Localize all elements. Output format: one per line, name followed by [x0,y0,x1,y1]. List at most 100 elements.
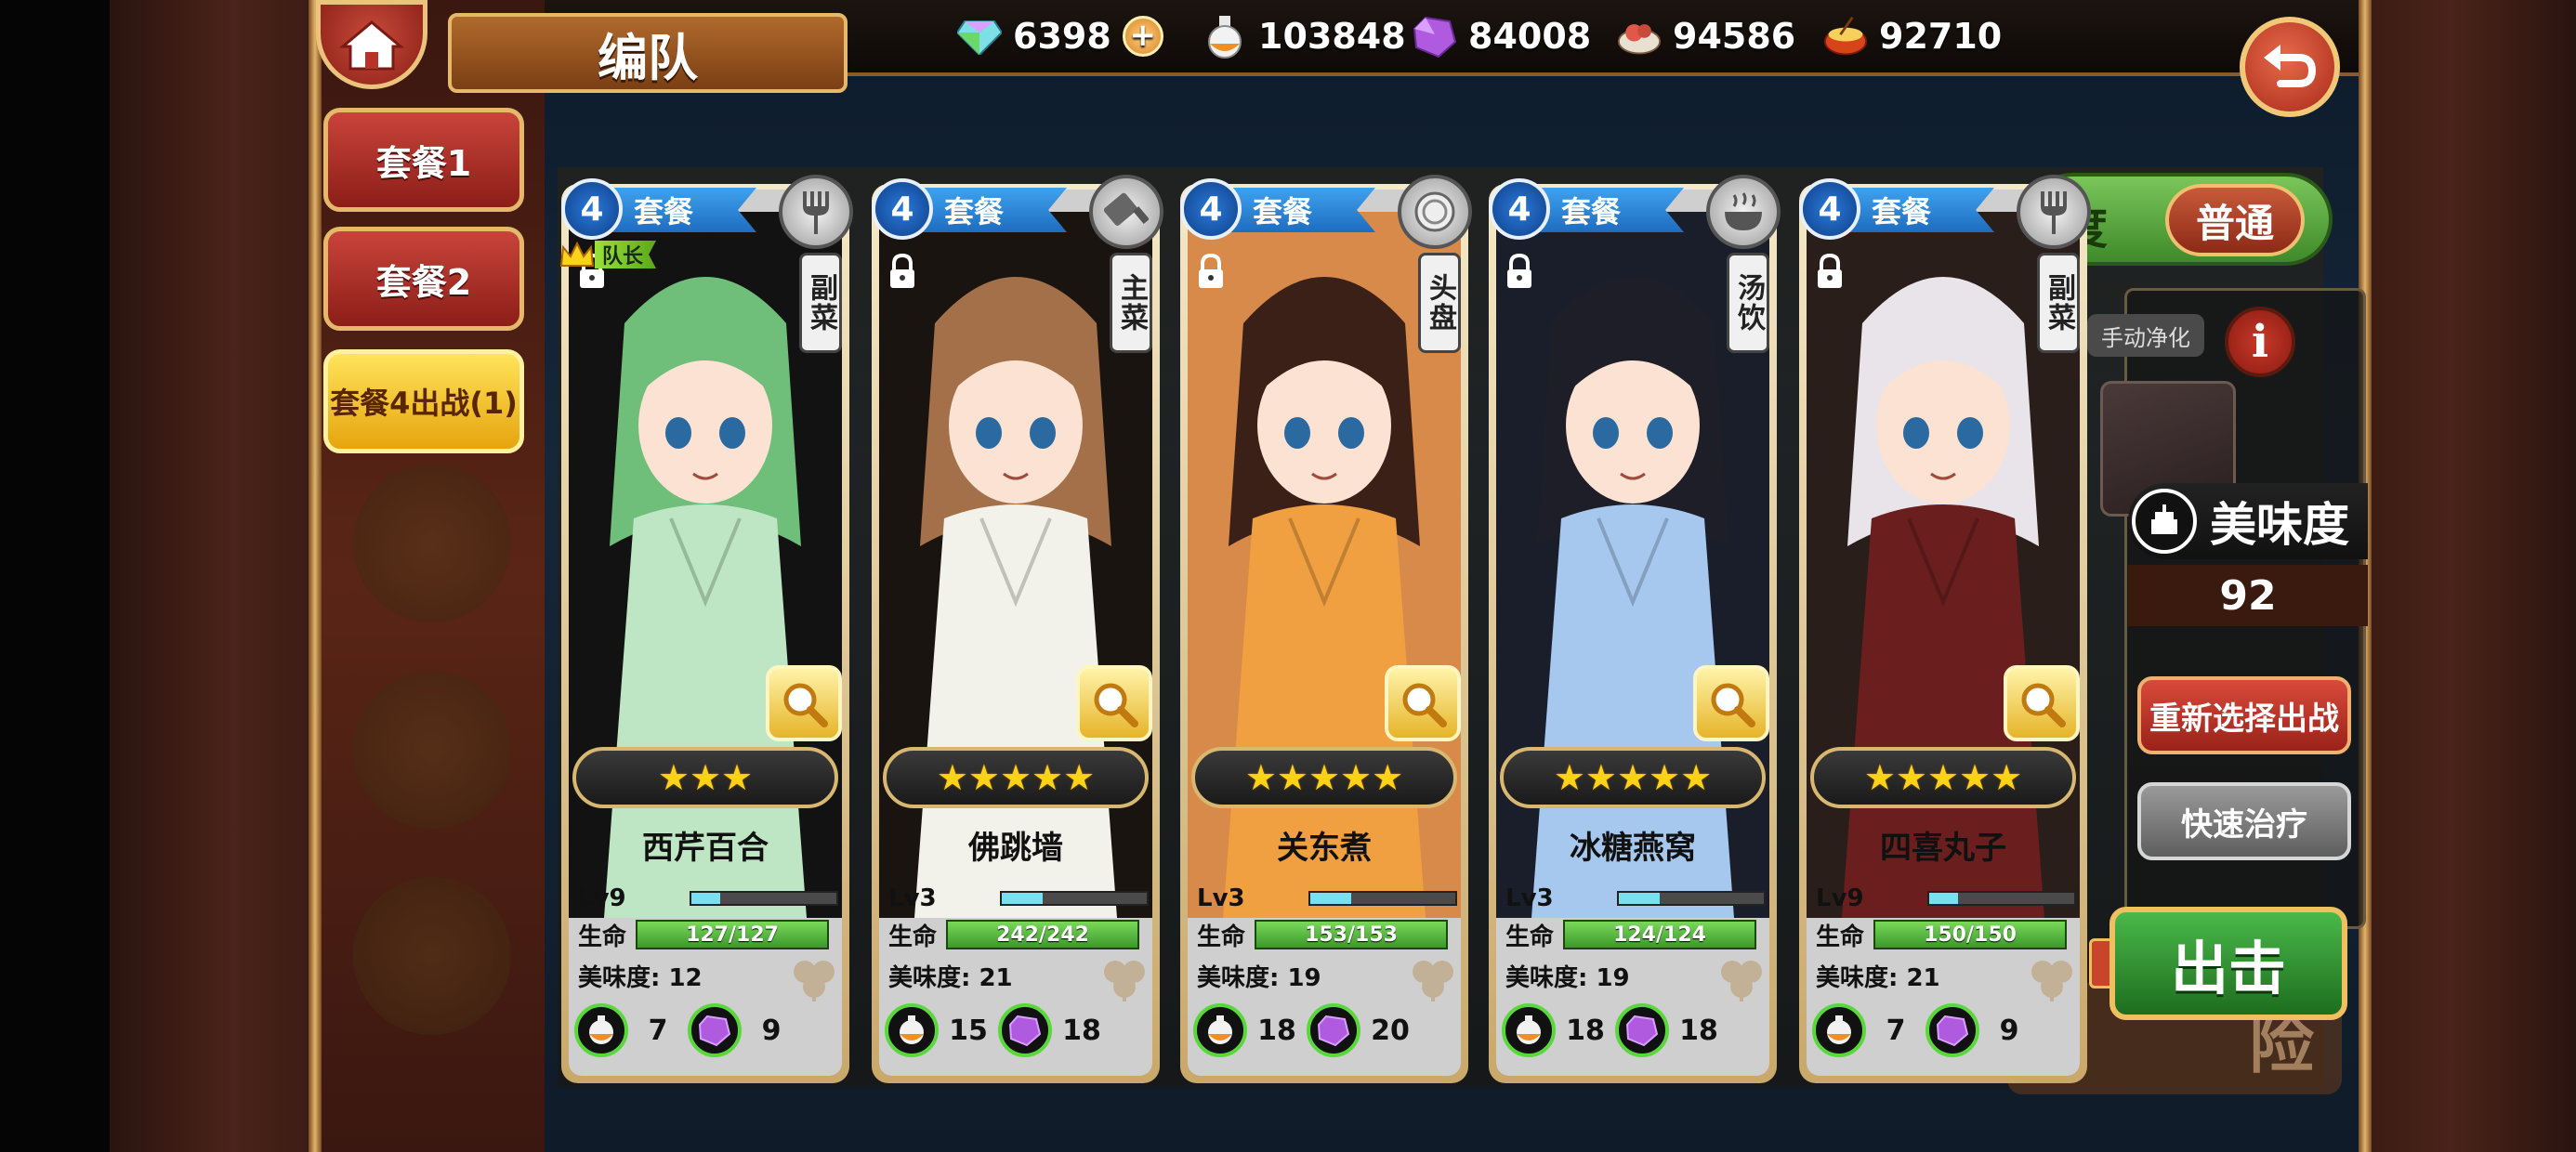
star-rating: ★★★ [572,747,838,808]
potion-cost-icon [1502,1003,1556,1057]
magnifier-button[interactable] [1385,665,1461,741]
set-type-ribbon: 4 套餐 [1489,175,1684,242]
clover-icon [1413,961,1453,1001]
hp-label: 生命 [578,923,627,951]
potion-cost: 7 [1886,1014,1906,1047]
set2-button[interactable]: 套餐2 [323,227,524,331]
locked-slot-icon [353,671,511,829]
set-type-ribbon: 4 套餐 [1799,175,1994,242]
crystal-cost: 20 [1371,1014,1410,1047]
cost-row: 7 9 [1812,1000,2082,1061]
purple-crystal-icon [1413,14,1457,59]
page-title: 编队 [448,13,848,93]
reselect-button[interactable]: 重新选择出战 [2137,676,2351,754]
locked-slot-icon [353,877,511,1035]
set-type-label: 套餐 [1840,188,1994,232]
potion-cost-icon [885,1003,939,1057]
crystal-cost-icon [688,1003,742,1057]
set-type-label: 套餐 [1530,188,1684,232]
add-diamond-button[interactable]: + [1122,16,1163,57]
attack-button[interactable]: 出击 [2109,907,2347,1020]
lock-icon[interactable] [887,253,918,290]
manual-purify-button[interactable]: 手动净化 [2087,314,2204,357]
potion-cost-icon [1193,1003,1247,1057]
character-name: 西芹百合 [642,829,769,867]
set-type-ribbon: 4 套餐 [561,175,756,242]
crystal-cost: 18 [1062,1014,1101,1047]
role-tag: 副菜 [799,253,842,353]
rice-count: 92710 [1879,16,2003,57]
back-button[interactable] [2240,17,2340,117]
set-type-label: 套餐 [602,188,756,232]
fork-icon [2017,175,2091,249]
potion-cost: 18 [1257,1014,1296,1047]
magnifier-button[interactable] [766,665,842,741]
meat-resource: 94586 [1617,9,1795,63]
clover-icon [2031,961,2072,1001]
leader-label: 队长 [595,241,657,268]
plate-icon [1398,175,1472,249]
taste-label: 美味度 [2210,498,2349,552]
character-card[interactable]: 4 套餐 副菜 ★★★★★ 四喜丸子 Lv9 生命 150/150 美味度: 2… [1799,175,2091,1083]
rice-resource: 92710 [1823,9,2002,63]
character-card[interactable]: 4 套餐 副菜 队长 ★★★ 西芹百合 Lv9 生命 127/127 美味度: … [559,175,853,1083]
potion-cost-icon [1812,1003,1866,1057]
set-level-badge: 4 [872,178,933,240]
potion-count: 103848 [1258,16,1406,57]
magnifier-icon [2021,683,2066,727]
star-rating: ★★★★★ [1500,747,1766,808]
level-row: Lv3 [888,883,1149,914]
role-tag: 主菜 [1110,253,1152,353]
potion-resource: 103848 [1203,9,1406,63]
magnifier-button[interactable] [2004,665,2080,741]
role-tag: 头盘 [1418,253,1461,353]
lock-icon[interactable] [1504,253,1535,290]
character-card[interactable]: 4 套餐 头盘 ★★★★★ 关东煮 Lv3 生命 153/153 美味度: 19… [1180,175,1472,1083]
crystal-resource: 84008 [1413,9,1591,63]
character-name: 冰糖燕窝 [1570,829,1696,867]
cost-row: 18 18 [1502,1000,1771,1061]
magnifier-button[interactable] [1693,665,1769,741]
set-level-badge: 4 [1489,178,1550,240]
hp-row: 生命 153/153 [1197,918,1457,951]
role-tag: 汤饮 [1727,253,1769,353]
quick-heal-button[interactable]: 快速治疗 [2137,782,2351,860]
exp-fill [1310,893,1351,904]
lock-icon[interactable] [1195,253,1227,290]
level-label: Lv3 [1197,884,1245,912]
level-row: Lv3 [1197,883,1457,914]
diamond-resource: 6398 + [957,9,1163,63]
set-type-label: 套餐 [913,188,1067,232]
set1-button[interactable]: 套餐1 [323,108,524,212]
magnifier-icon [1402,683,1447,727]
magnifier-icon [1711,683,1755,727]
set-level-badge: 4 [1180,178,1242,240]
character-name: 关东煮 [1277,829,1372,867]
hp-bar: 153/153 [1255,920,1449,949]
character-card[interactable]: 4 套餐 主菜 ★★★★★ 佛跳墙 Lv3 生命 242/242 美味度: 21… [872,175,1163,1083]
hp-row: 生命 127/127 [578,918,838,951]
difficulty-normal-button[interactable]: 普通 [2165,184,2305,256]
hp-row: 生命 242/242 [888,918,1149,951]
left-gold-frame [309,0,322,1152]
set4-active-button[interactable]: 套餐4出战(1) [323,349,524,453]
magnifier-button[interactable] [1076,665,1152,741]
star-rating: ★★★★★ [1810,747,2076,808]
set-type-label: 套餐 [1221,188,1375,232]
level-label: Lv3 [1505,884,1554,912]
cost-row: 15 18 [885,1000,1154,1061]
role-tag: 副菜 [2037,253,2080,353]
diamond-count: 6398 [1013,16,1111,57]
left-letterbox [0,0,110,1152]
cake-icon [2132,489,2197,554]
crystal-cost-icon [1615,1003,1669,1057]
character-card[interactable]: 4 套餐 汤饮 ★★★★★ 冰糖燕窝 Lv3 生命 124/124 美味度: 1… [1489,175,1781,1083]
info-button[interactable]: i [2225,307,2295,377]
hp-bar: 150/150 [1873,920,2068,949]
character-name: 佛跳墙 [968,829,1063,867]
hp-label: 生命 [1816,923,1865,951]
set-level-badge: 4 [1799,178,1860,240]
set-type-ribbon: 4 套餐 [872,175,1067,242]
return-arrow-icon [2264,45,2317,87]
lock-icon[interactable] [1814,253,1846,290]
